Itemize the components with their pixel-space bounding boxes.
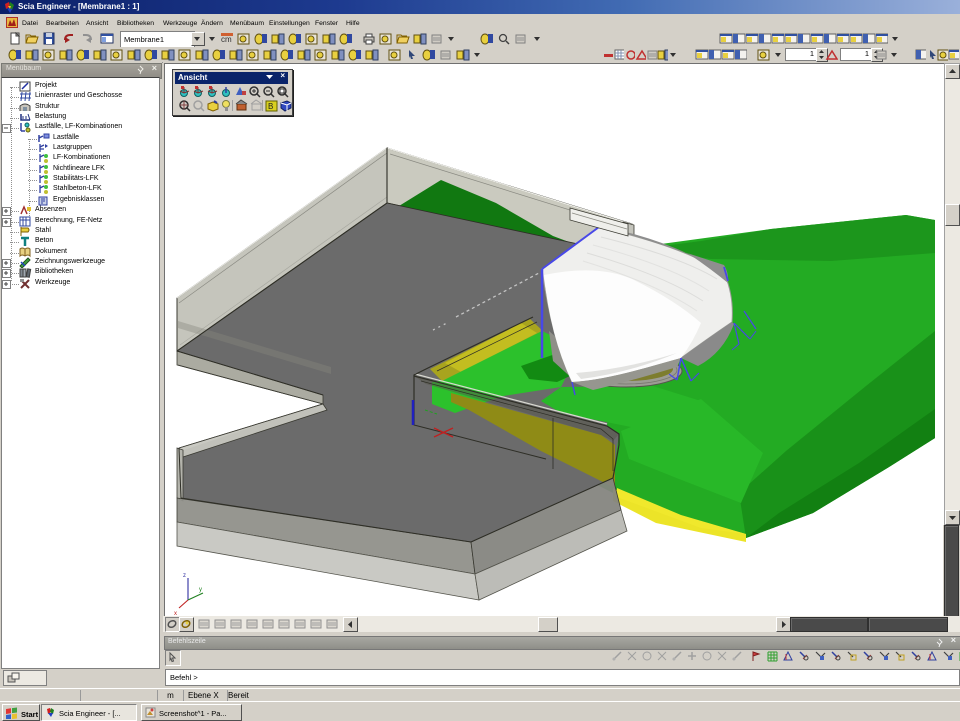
svg-text:cm: cm <box>221 35 232 44</box>
svg-text:z: z <box>183 573 186 579</box>
svg-text:B: B <box>268 102 273 111</box>
svg-text:y: y <box>199 587 202 593</box>
